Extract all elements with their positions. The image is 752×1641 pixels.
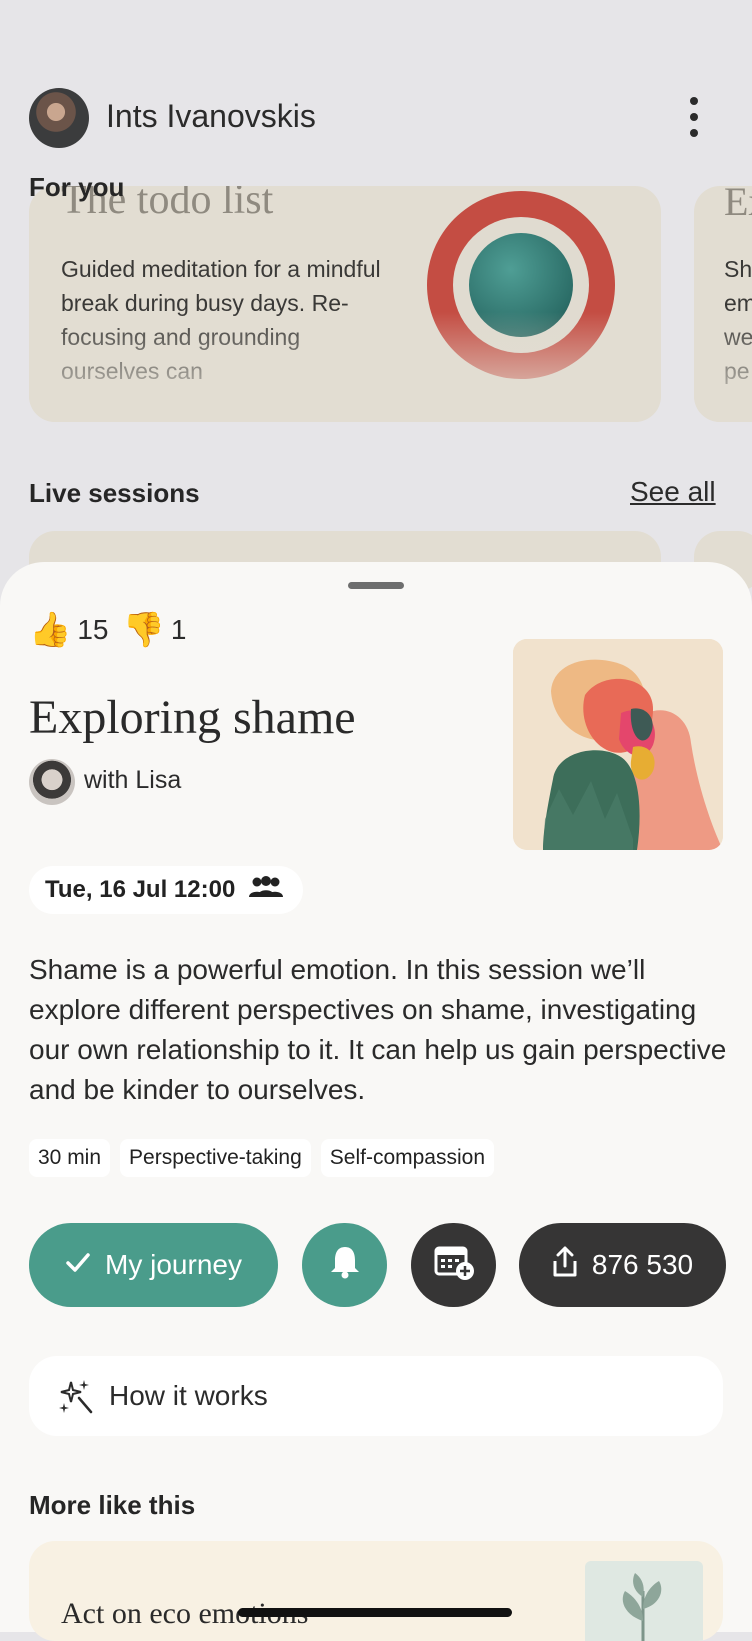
how-it-works-button[interactable]: How it works <box>29 1356 723 1436</box>
bell-icon <box>328 1244 362 1287</box>
session-date-badge: Tue, 16 Jul 12:00 <box>29 866 304 914</box>
more-vertical-icon[interactable] <box>686 97 702 141</box>
reminder-button[interactable] <box>302 1223 387 1307</box>
home-indicator[interactable] <box>238 1608 512 1617</box>
dislikes-count: 1 <box>170 614 187 645</box>
share-icon <box>552 1246 578 1285</box>
for-you-card[interactable]: The todo list Guided meditation for a mi… <box>29 186 661 422</box>
session-date: Tue, 16 Jul 12:00 <box>45 876 236 903</box>
card-title: Ex <box>724 186 752 224</box>
thumbs-down-icon[interactable]: 👎 <box>123 610 165 650</box>
calendar-add-icon <box>433 1243 475 1288</box>
tag-duration: 30 min <box>29 1139 111 1177</box>
share-count: 876 530 <box>591 1249 694 1280</box>
see-all-link[interactable]: See all <box>630 476 716 508</box>
session-title: Exploring shame <box>29 691 356 744</box>
tag-self-compassion: Self-compassion <box>320 1139 495 1177</box>
profile-avatar[interactable] <box>29 88 89 148</box>
session-artwork <box>513 639 723 850</box>
profile-name: Ints Ivanovskis <box>106 98 316 134</box>
for-you-heading: For you <box>29 172 125 202</box>
group-icon <box>247 876 285 904</box>
live-sessions-heading: Live sessions <box>29 478 200 508</box>
my-journey-label: My journey <box>105 1249 242 1280</box>
tag-perspective-taking: Perspective-taking <box>120 1139 311 1177</box>
session-bottom-sheet: 👍 15 👎 1 Exploring shame with Lisa Tue, … <box>0 562 752 1632</box>
check-icon <box>65 1249 91 1281</box>
how-it-works-label: How it works <box>109 1380 268 1411</box>
thumbs-up-icon[interactable]: 👍 <box>29 610 71 650</box>
sparkle-icon <box>55 1376 95 1416</box>
recommendation-card[interactable]: Act on eco emotions <box>29 1541 723 1641</box>
share-button[interactable]: 876 530 <box>519 1223 726 1307</box>
host-name: with Lisa <box>84 766 182 794</box>
likes-count: 15 <box>77 614 109 645</box>
vote-summary: 👍 15 👎 1 <box>29 610 192 650</box>
more-like-this-heading: More like this <box>29 1490 196 1520</box>
session-description: Shame is a powerful emotion. In this ses… <box>29 954 727 1105</box>
plant-artwork <box>585 1561 703 1641</box>
sheet-grabber[interactable] <box>348 582 404 589</box>
for-you-card[interactable]: Ex Shemwepe <box>694 186 752 422</box>
host-avatar <box>29 759 75 805</box>
my-journey-button[interactable]: My journey <box>29 1223 278 1307</box>
add-to-calendar-button[interactable] <box>411 1223 496 1307</box>
session-tags: 30 min Perspective-taking Self-compassio… <box>29 1139 504 1177</box>
